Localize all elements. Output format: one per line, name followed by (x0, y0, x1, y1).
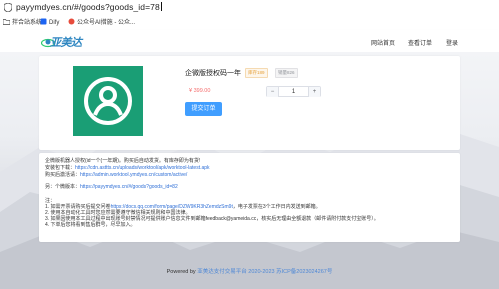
apk-download-link[interactable]: https://cdn.asttts.cn/uploads/worktool/a… (75, 165, 210, 171)
url-text[interactable]: payymdyes.cn/#/goods?goods_id=78 (16, 2, 162, 12)
product-description: 企微版机器人授权(id一个(一年期)。购买后自动发货。有库存即为有货! 安装包下… (39, 153, 460, 242)
submit-order-button[interactable]: 提交订单 (185, 102, 222, 116)
powered-by-text: Powered by (166, 269, 196, 275)
product-title: 企微版授权码一年 (185, 70, 241, 77)
desc-line: 另：个微版本：https://payymdyes.cn/#/goods?good… (45, 184, 178, 190)
nav-login[interactable]: 登录 (446, 38, 458, 47)
inventory-badge: 库存189 (245, 68, 268, 78)
increase-button[interactable]: + (308, 87, 320, 97)
site-header: 亚美达 网站首页 查看订单 登录 (0, 30, 499, 52)
sales-badge: 销量826 (275, 68, 298, 78)
dify-icon (40, 18, 47, 25)
product-card: 企微版授权码一年 库存189 销量826 ¥ 399.00 − 1 + 提交订单 (39, 56, 460, 150)
personal-version-link[interactable]: https://payymdyes.cn/#/goods?goods_id=82 (80, 184, 178, 190)
bookmark-item[interactable]: 拌合站系统 (3, 18, 42, 28)
site-info-icon[interactable] (4, 3, 12, 12)
desc-line: 企微版机器人授权(id一个(一年期)。购买后自动发货。有库存即为有货! (45, 158, 201, 164)
bookmarks-bar: 拌合站系统 Dify 公众号AI措施 - 公众... (0, 16, 499, 31)
wechat-icon (68, 18, 75, 25)
logo-text: 亚美达 (50, 37, 82, 49)
footer-brand-link[interactable]: 亚美达支付交易平台 (197, 269, 247, 275)
icp-link[interactable]: 2020-2023 苏ICP备2023024267号 (248, 269, 332, 275)
address-bar[interactable]: payymdyes.cn/#/goods?goods_id=78 (0, 0, 499, 16)
user-avatar-icon (84, 77, 132, 125)
bookmark-item[interactable]: Dify (40, 18, 59, 28)
folder-icon (3, 19, 10, 25)
nav-home[interactable]: 网站首页 (371, 38, 395, 47)
bookmark-item[interactable]: 公众号AI措施 - 公众... (68, 18, 135, 28)
desc-line: 购买后激活请：https://admin.worktool.ymdyes.cn/… (45, 172, 188, 178)
activation-link[interactable]: https://admin.worktool.ymdyes.cn/custom/… (80, 172, 187, 178)
note-item: 4. 下单后您将看到售后群号，尽早加入。 (45, 222, 136, 228)
desc-line: 安装包下载：https://cdn.asttts.cn/uploads/work… (45, 165, 210, 171)
nav-orders[interactable]: 查看订单 (408, 38, 432, 47)
quantity-stepper: − 1 + (266, 86, 321, 97)
product-image (73, 66, 143, 136)
quantity-input[interactable]: 1 (278, 87, 309, 97)
site-footer: Powered by 亚美达支付交易平台 2020-2023 苏ICP备2023… (0, 267, 499, 275)
product-price: ¥ 399.00 (189, 88, 211, 94)
